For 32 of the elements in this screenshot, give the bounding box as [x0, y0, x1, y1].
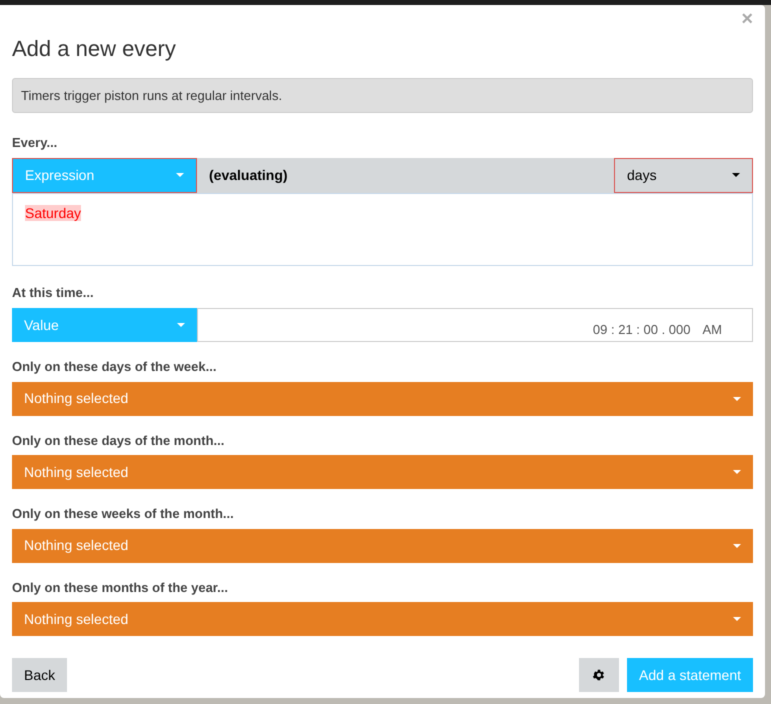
add-statement-button[interactable]: Add a statement [627, 658, 753, 692]
time-value: 09 : 21 : 00 . 000 [592, 320, 690, 338]
expression-value: (evaluating) [208, 166, 289, 185]
settings-icon [592, 668, 606, 682]
dialog-title: Add a new every [12, 35, 177, 63]
field-label: Every... [12, 134, 58, 152]
caret-icon [733, 470, 741, 474]
caret-icon [732, 173, 740, 177]
type-dropdown[interactable]: Value [12, 308, 197, 342]
time-period: AM [702, 320, 722, 338]
caret-icon [733, 617, 741, 621]
multi-select-dropdown[interactable]: Nothing selected [12, 382, 753, 416]
unit-dropdown[interactable]: days [614, 158, 753, 192]
caret-icon [177, 323, 185, 327]
field-label: Only on these months of the year... [12, 578, 229, 597]
suggestion-item[interactable]: Saturday [25, 204, 82, 220]
close-button[interactable]: × [741, 9, 753, 29]
type-dropdown[interactable]: Expression [12, 158, 197, 192]
multi-select-dropdown[interactable]: Nothing selected [12, 455, 753, 489]
field-label: Only on these days of the month... [12, 432, 226, 450]
field-label: At this time... [12, 284, 95, 302]
caret-icon [733, 396, 741, 400]
multi-select-dropdown[interactable]: Nothing selected [12, 602, 753, 636]
field-label: Only on these days of the week... [12, 358, 218, 376]
info-message: Timers trigger piston runs at regular intervals. [12, 78, 753, 113]
back-button[interactable]: Back [12, 658, 68, 692]
time-field[interactable]: 09 : 21 : 00 . 000 AM [197, 308, 753, 342]
caret-icon [733, 544, 741, 548]
field-label: Only on these weeks of the month... [12, 505, 235, 523]
multi-select-dropdown[interactable]: Nothing selected [12, 528, 753, 562]
caret-icon [176, 173, 184, 177]
settings-button[interactable] [579, 658, 620, 692]
